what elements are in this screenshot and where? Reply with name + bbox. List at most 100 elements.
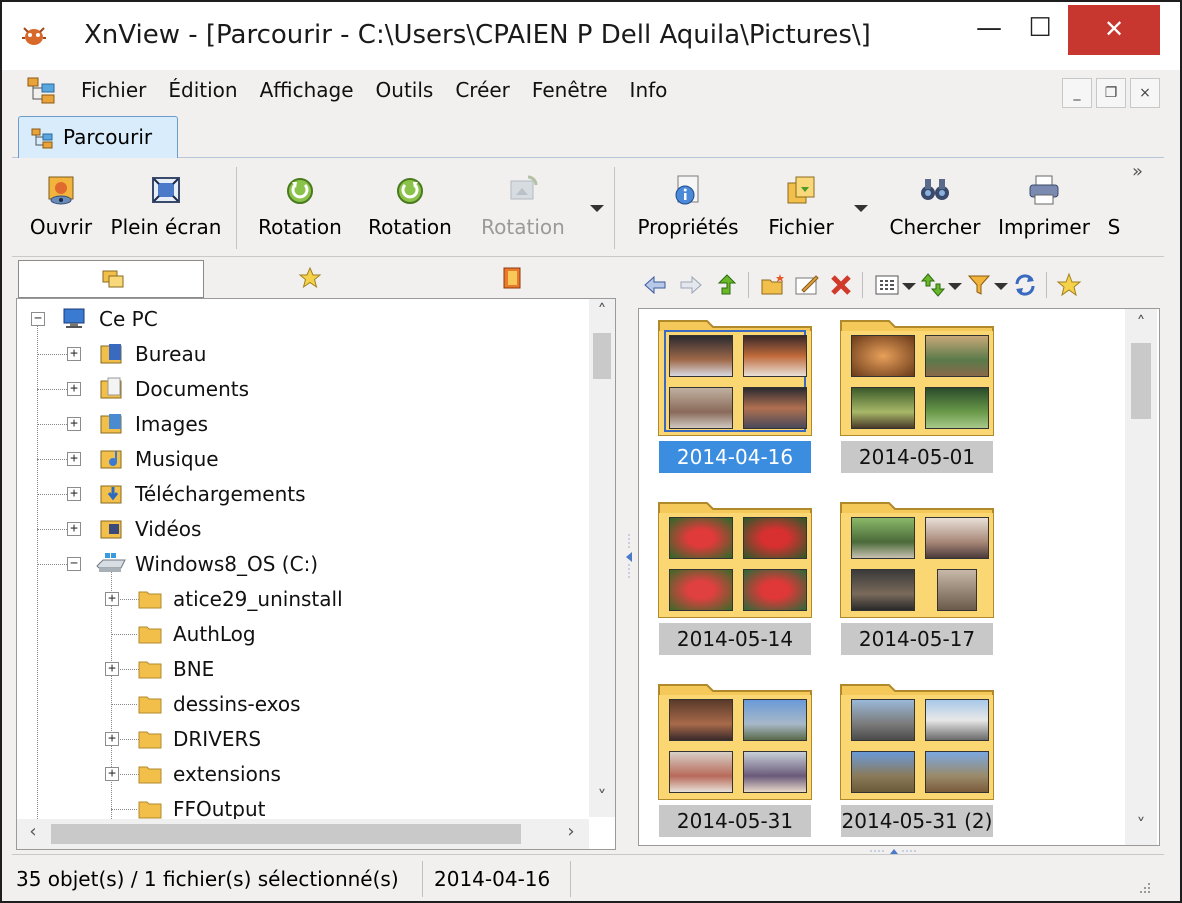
rename-icon[interactable] bbox=[794, 272, 820, 298]
menu-fichier[interactable]: Fichier bbox=[70, 78, 157, 102]
tree-vertical-scrollbar[interactable]: ˄ ˅ bbox=[589, 299, 615, 817]
truncated-toolbar-button[interactable]: S bbox=[1102, 167, 1126, 249]
file-dropdown-arrow[interactable] bbox=[854, 205, 868, 212]
tree-item-bne[interactable]: + BNE bbox=[17, 653, 577, 685]
tree-item-drivers[interactable]: + DRIVERS bbox=[17, 723, 577, 755]
thumbnail-caption: 2014-05-01 bbox=[841, 441, 993, 473]
print-button[interactable]: Imprimer bbox=[994, 167, 1094, 249]
menu-affichage[interactable]: Affichage bbox=[249, 78, 365, 102]
thumbnail-item[interactable]: 2014-05-31 bbox=[649, 681, 821, 839]
filter-dropdown-arrow[interactable] bbox=[994, 283, 1008, 290]
tab-favorites[interactable] bbox=[212, 260, 408, 298]
left-panel-tabs bbox=[16, 260, 616, 298]
forward-arrow-icon[interactable] bbox=[678, 272, 704, 298]
scrollbar-thumb[interactable] bbox=[51, 824, 521, 844]
tree-expander[interactable]: + bbox=[105, 592, 119, 606]
tree-item-videos[interactable]: + Vidéos bbox=[17, 513, 577, 545]
tree-item-windows8-os[interactable]: − Windows8_OS (C:) bbox=[17, 548, 577, 580]
tab-parcourir[interactable]: Parcourir bbox=[18, 116, 178, 158]
tree-item-atice29[interactable]: + atice29_uninstall bbox=[17, 583, 577, 615]
thumbnail-item[interactable]: 2014-05-17 bbox=[831, 499, 1003, 657]
tab-categories[interactable] bbox=[414, 260, 610, 298]
minimize-button[interactable]: — bbox=[964, 6, 1014, 54]
tree-expander[interactable]: + bbox=[67, 382, 81, 396]
sort-icon[interactable] bbox=[920, 272, 946, 298]
open-button[interactable]: Ouvrir bbox=[24, 167, 98, 249]
scroll-up-arrow[interactable]: ˄ bbox=[589, 301, 615, 322]
tree-item-images[interactable]: + Images bbox=[17, 408, 577, 440]
tree-item-dessins-exos[interactable]: dessins-exos bbox=[17, 688, 577, 720]
tree-expander[interactable]: + bbox=[67, 452, 81, 466]
tree-expander[interactable]: + bbox=[105, 732, 119, 746]
maximize-button[interactable]: ☐ bbox=[1014, 6, 1066, 54]
toolbar-overflow-chevron[interactable]: » bbox=[1132, 161, 1143, 182]
title-bar[interactable]: XnView - [Parcourir - C:\Users\CPAIEN P … bbox=[2, 2, 1180, 70]
tree-expander[interactable]: + bbox=[67, 347, 81, 361]
filter-icon[interactable] bbox=[966, 272, 992, 298]
tree-expander[interactable]: + bbox=[105, 767, 119, 781]
tree-expander[interactable]: + bbox=[67, 487, 81, 501]
tab-folders[interactable] bbox=[18, 260, 204, 298]
tree-expander[interactable]: − bbox=[31, 312, 45, 326]
menu-info[interactable]: Info bbox=[619, 78, 679, 102]
refresh-icon[interactable] bbox=[1012, 272, 1038, 298]
search-button[interactable]: Chercher bbox=[882, 167, 988, 249]
scroll-up-arrow[interactable]: ˄ bbox=[1125, 313, 1157, 334]
thumbnail-view[interactable]: 2014-04-16 2014-05-01 2014-05-14 2014-05… bbox=[638, 308, 1160, 846]
file-button[interactable]: Fichier bbox=[758, 167, 844, 249]
thumbnail-item[interactable]: 2014-05-31 (2) bbox=[831, 681, 1003, 839]
star-icon[interactable] bbox=[1056, 272, 1082, 298]
fullscreen-button[interactable]: Plein écran bbox=[104, 167, 228, 249]
properties-button[interactable]: Propriétés bbox=[626, 167, 750, 249]
sort-dropdown-arrow[interactable] bbox=[948, 283, 962, 290]
tree-expander[interactable]: + bbox=[105, 662, 119, 676]
tree-expander[interactable]: + bbox=[67, 522, 81, 536]
scroll-down-arrow[interactable]: ˅ bbox=[1125, 815, 1157, 836]
thumbnail-item[interactable]: 2014-05-01 bbox=[831, 317, 1003, 475]
mdi-restore-button[interactable]: ❐ bbox=[1096, 78, 1126, 108]
category-book-icon bbox=[503, 267, 521, 289]
mdi-minimize-button[interactable]: _ bbox=[1062, 78, 1092, 108]
photo-preview bbox=[669, 335, 733, 377]
tree-item-label: Bureau bbox=[135, 342, 207, 366]
back-arrow-icon[interactable] bbox=[642, 272, 668, 298]
tree-item-documents[interactable]: + Documents bbox=[17, 373, 577, 405]
view-mode-icon[interactable] bbox=[874, 272, 900, 298]
thumbnail-item[interactable]: 2014-04-16 bbox=[649, 317, 821, 475]
rotation-dropdown-arrow[interactable] bbox=[590, 205, 604, 212]
rotate-left-button[interactable]: Rotation bbox=[248, 167, 352, 249]
panel-splitter[interactable] bbox=[624, 532, 634, 582]
menu-outils[interactable]: Outils bbox=[365, 78, 445, 102]
tree-horizontal-scrollbar[interactable]: ‹ › bbox=[17, 819, 589, 849]
tree-item-musique[interactable]: + Musique bbox=[17, 443, 577, 475]
scroll-down-arrow[interactable]: ˅ bbox=[589, 787, 615, 808]
tree-item-extensions[interactable]: + extensions bbox=[17, 758, 577, 790]
tree-item-bureau[interactable]: + Bureau bbox=[17, 338, 577, 370]
scroll-left-arrow[interactable]: ‹ bbox=[23, 821, 43, 842]
scroll-right-arrow[interactable]: › bbox=[561, 821, 581, 842]
scrollbar-thumb[interactable] bbox=[593, 333, 611, 379]
tree-expander[interactable]: + bbox=[67, 417, 81, 431]
menu-fenetre[interactable]: Fenêtre bbox=[521, 78, 619, 102]
delete-icon[interactable] bbox=[828, 272, 854, 298]
tree-item-authlog[interactable]: AuthLog bbox=[17, 618, 577, 650]
rotate-lossless-button[interactable]: Rotation bbox=[468, 167, 578, 249]
scrollbar-thumb[interactable] bbox=[1131, 343, 1151, 419]
tree-item-ce-pc[interactable]: − Ce PC bbox=[17, 303, 577, 335]
tree-expander[interactable]: − bbox=[67, 557, 81, 571]
close-button[interactable]: ✕ bbox=[1068, 5, 1160, 55]
tree-item-telechargements[interactable]: + Téléchargements bbox=[17, 478, 577, 510]
thumbnail-vertical-scrollbar[interactable]: ˄ ˅ bbox=[1125, 309, 1157, 845]
rotate-right-button[interactable]: Rotation bbox=[358, 167, 462, 249]
thumbnail-item[interactable]: 2014-05-14 bbox=[649, 499, 821, 657]
folder-icon bbox=[138, 696, 162, 714]
photo-preview bbox=[851, 569, 915, 611]
folder-tree[interactable]: − Ce PC + Bureau + Documents + Images + … bbox=[16, 298, 616, 850]
menu-creer[interactable]: Créer bbox=[444, 78, 521, 102]
parent-folder-icon[interactable] bbox=[714, 272, 740, 298]
mdi-close-button[interactable]: × bbox=[1130, 78, 1160, 108]
view-mode-dropdown-arrow[interactable] bbox=[902, 283, 916, 290]
resize-grip-icon[interactable] bbox=[1136, 879, 1152, 895]
menu-edition[interactable]: Édition bbox=[157, 78, 248, 102]
new-folder-icon[interactable] bbox=[760, 272, 786, 298]
